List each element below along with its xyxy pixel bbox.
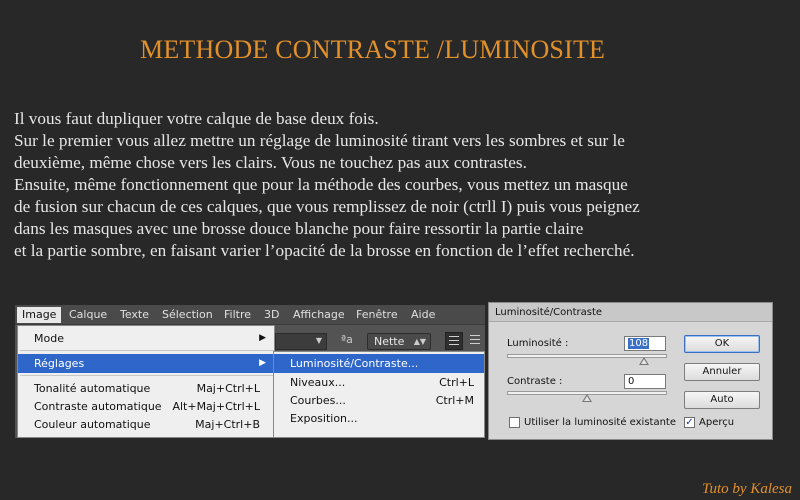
text-line: de fusion sur chacun de ces calques, que… xyxy=(14,197,640,216)
align-left-icon[interactable] xyxy=(445,332,463,350)
menu-item-shortcut: Ctrl+L xyxy=(439,376,474,389)
menu-item-courbes[interactable]: Courbes... Ctrl+M xyxy=(274,391,484,410)
contraste-label: Contraste : xyxy=(507,376,563,387)
menu-calque[interactable]: Calque xyxy=(64,307,112,323)
dialog-title: Luminosité/Contraste xyxy=(489,303,772,322)
contraste-value: 0 xyxy=(628,376,635,387)
align-center-icon[interactable] xyxy=(467,332,483,350)
menu-item-shortcut: Alt+Maj+Ctrl+L xyxy=(172,400,260,413)
menu-item-exposition[interactable]: Exposition... xyxy=(274,409,484,428)
menu-item-couleur[interactable]: Couleur automatique Maj+Ctrl+B xyxy=(18,415,274,434)
chevron-down-icon: ▼ xyxy=(315,336,322,345)
submenu-arrow-icon: ▶ xyxy=(259,358,266,368)
antialias-select[interactable]: Nette ▲▼ xyxy=(367,333,431,350)
chevron-updown-icon: ▲▼ xyxy=(413,337,426,346)
photoshop-menu-screenshot: Image Calque Texte Sélection Filtre 3D A… xyxy=(15,305,485,438)
menu-item-contraste[interactable]: Contraste automatique Alt+Maj+Ctrl+L xyxy=(18,397,274,416)
antialias-value: Nette xyxy=(374,335,405,348)
apercu-label: Aperçu xyxy=(699,417,735,428)
menu-item-niveaux[interactable]: Niveaux... Ctrl+L xyxy=(274,373,484,392)
menu-3d[interactable]: 3D xyxy=(259,307,284,323)
instructions-text: Il vous faut dupliquer votre calque de b… xyxy=(14,108,794,262)
menu-item-reglages[interactable]: Réglages ▶ xyxy=(18,354,274,373)
apercu-checkbox[interactable]: ✓ xyxy=(684,417,695,428)
author-credit: Tuto by Kalesa xyxy=(701,481,792,497)
menu-aide[interactable]: Aide xyxy=(406,307,440,323)
legacy-checkbox[interactable] xyxy=(509,417,520,428)
menu-fenetre[interactable]: Fenêtre xyxy=(351,307,403,323)
luminosite-contraste-dialog: Luminosité/Contraste Luminosité : 108 Co… xyxy=(488,302,773,440)
text-line: Il vous faut dupliquer votre calque de b… xyxy=(14,109,379,128)
menu-item-label: Contraste automatique xyxy=(34,400,162,413)
menu-item-label: Réglages xyxy=(34,357,85,370)
menu-texte[interactable]: Texte xyxy=(115,307,154,323)
menu-item-label: Luminosité/Contraste... xyxy=(290,357,419,370)
menu-filtre[interactable]: Filtre xyxy=(219,307,256,323)
image-menu-dropdown: Mode ▶ Réglages ▶ Tonalité automatique M… xyxy=(17,325,275,438)
text-line: Sur le premier vous allez mettre un régl… xyxy=(14,131,625,150)
menu-item-shortcut: Ctrl+M xyxy=(435,394,474,407)
menu-item-label: Couleur automatique xyxy=(34,418,151,431)
contraste-input[interactable]: 0 xyxy=(624,374,666,389)
menu-item-luminosite-contraste[interactable]: Luminosité/Contraste... xyxy=(274,354,484,373)
menu-item-tonalite[interactable]: Tonalité automatique Maj+Ctrl+L xyxy=(18,379,274,398)
menu-item-label: Mode xyxy=(34,332,64,345)
ok-button[interactable]: OK xyxy=(684,335,760,353)
annuler-button[interactable]: Annuler xyxy=(684,363,760,381)
menu-separator xyxy=(20,350,274,351)
menu-separator xyxy=(20,375,274,376)
menu-image[interactable]: Image xyxy=(17,307,62,323)
luminosite-slider-thumb[interactable] xyxy=(639,357,649,365)
legacy-label: Utiliser la luminosité existante xyxy=(524,417,676,428)
antialias-icon: ªa xyxy=(341,333,353,346)
menu-selection[interactable]: Sélection xyxy=(157,307,218,323)
menu-item-label: Exposition... xyxy=(290,412,358,425)
menu-bar: Image Calque Texte Sélection Filtre 3D A… xyxy=(15,305,485,325)
checkmark-icon: ✓ xyxy=(685,417,694,428)
font-size-select[interactable]: ▼ xyxy=(275,333,327,350)
text-line: dans les masques avec une brosse douce b… xyxy=(14,219,584,238)
reglages-submenu: Luminosité/Contraste... Niveaux... Ctrl+… xyxy=(273,351,485,438)
menu-item-shortcut: Maj+Ctrl+B xyxy=(195,418,260,431)
auto-button[interactable]: Auto xyxy=(684,391,760,409)
text-line: Ensuite, même fonctionnement que pour la… xyxy=(14,175,628,194)
luminosite-value: 108 xyxy=(628,338,650,349)
page-title: METHODE CONTRASTE /LUMINOSITE xyxy=(140,35,606,64)
menu-item-label: Tonalité automatique xyxy=(34,382,151,395)
submenu-arrow-icon: ▶ xyxy=(259,333,266,343)
menu-item-shortcut: Maj+Ctrl+L xyxy=(196,382,260,395)
text-line: deuxième, même chose vers les clairs. Vo… xyxy=(14,153,527,172)
luminosite-label: Luminosité : xyxy=(507,338,569,349)
text-line: et la partie sombre, en faisant varier l… xyxy=(14,241,635,260)
menu-item-label: Niveaux... xyxy=(290,376,346,389)
menu-item-mode[interactable]: Mode ▶ xyxy=(18,329,274,348)
menu-affichage[interactable]: Affichage xyxy=(288,307,350,323)
menu-item-label: Courbes... xyxy=(290,394,346,407)
luminosite-input[interactable]: 108 xyxy=(624,336,666,351)
contraste-slider-thumb[interactable] xyxy=(582,394,592,402)
